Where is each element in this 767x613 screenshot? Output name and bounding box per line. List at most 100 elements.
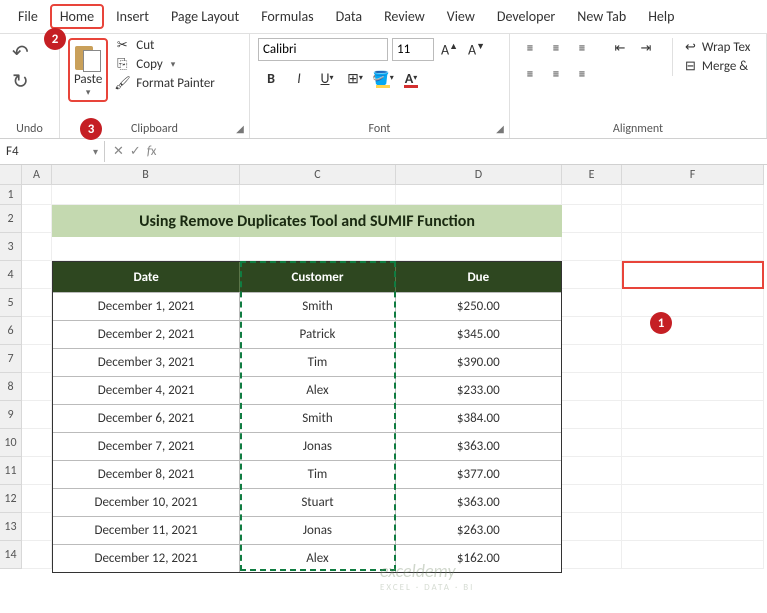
table-cell[interactable]: Tim [240, 348, 395, 376]
name-box[interactable]: F4▾ [0, 141, 105, 162]
menu-view[interactable]: View [437, 4, 485, 29]
table-cell[interactable]: December 8, 2021 [53, 460, 240, 488]
merge-button[interactable]: ⊟Merge & [681, 57, 754, 76]
cell[interactable] [22, 289, 52, 317]
format-painter-button[interactable]: 🖌Format Painter [114, 76, 215, 91]
row-header[interactable]: 9 [0, 401, 22, 429]
cell[interactable] [22, 317, 52, 345]
cell[interactable] [622, 289, 764, 317]
cell[interactable] [562, 205, 622, 233]
row-header[interactable]: 2 [0, 205, 22, 233]
bold-button[interactable]: B [258, 67, 284, 89]
worksheet-grid[interactable]: A B C D E F 1234567891011121314Using Rem… [0, 165, 767, 569]
italic-button[interactable]: I [286, 67, 312, 89]
cell[interactable] [562, 401, 622, 429]
cell[interactable] [22, 261, 52, 289]
table-cell[interactable]: December 11, 2021 [53, 516, 240, 544]
table-cell[interactable]: December 2, 2021 [53, 320, 240, 348]
col-header-f[interactable]: F [622, 165, 764, 185]
cell[interactable] [562, 513, 622, 541]
cell[interactable] [622, 485, 764, 513]
cell[interactable] [622, 513, 764, 541]
paste-button[interactable]: Paste ▾ [68, 38, 108, 102]
table-cell[interactable]: December 12, 2021 [53, 544, 240, 572]
cell[interactable] [52, 185, 240, 205]
table-cell[interactable]: $390.00 [396, 348, 561, 376]
table-cell[interactable]: $250.00 [396, 292, 561, 320]
cell[interactable] [22, 429, 52, 457]
align-top-button[interactable]: ≡ [518, 38, 542, 58]
row-header[interactable]: 7 [0, 345, 22, 373]
menu-file[interactable]: File [8, 4, 48, 29]
row-header[interactable]: 4 [0, 261, 22, 289]
cell[interactable] [396, 233, 562, 261]
table-cell[interactable]: $263.00 [396, 516, 561, 544]
align-bottom-button[interactable]: ≡ [570, 38, 594, 58]
enter-icon[interactable]: ✓ [130, 144, 141, 159]
table-cell[interactable]: $363.00 [396, 488, 561, 516]
cell[interactable] [22, 513, 52, 541]
table-cell[interactable]: December 7, 2021 [53, 432, 240, 460]
cell[interactable] [22, 233, 52, 261]
copy-button[interactable]: ⎘Copy▾ [114, 57, 215, 72]
cell[interactable] [562, 261, 622, 289]
decrease-indent-button[interactable]: ⇤ [608, 38, 632, 58]
cell[interactable] [240, 233, 396, 261]
table-cell[interactable]: Tim [240, 460, 395, 488]
cell[interactable] [622, 205, 764, 233]
paste-dropdown-icon[interactable]: ▾ [86, 87, 91, 98]
align-left-button[interactable]: ≡ [518, 64, 542, 84]
table-cell[interactable]: $363.00 [396, 432, 561, 460]
align-center-button[interactable]: ≡ [544, 64, 568, 84]
cell[interactable] [622, 457, 764, 485]
table-cell[interactable]: Smith [240, 404, 395, 432]
table-cell[interactable]: Stuart [240, 488, 395, 516]
cut-button[interactable]: ✂Cut [114, 38, 215, 53]
cell[interactable] [240, 185, 396, 205]
table-cell[interactable]: $162.00 [396, 544, 561, 572]
cancel-icon[interactable]: ✕ [113, 144, 124, 159]
cell[interactable] [562, 317, 622, 345]
grow-font-button[interactable]: A▲ [438, 41, 461, 59]
table-cell[interactable]: Jonas [240, 516, 395, 544]
cell[interactable] [562, 345, 622, 373]
cell[interactable] [622, 185, 764, 205]
row-header[interactable]: 8 [0, 373, 22, 401]
cell[interactable] [562, 429, 622, 457]
col-header-d[interactable]: D [396, 165, 562, 185]
cell[interactable] [622, 541, 764, 569]
cell[interactable] [562, 233, 622, 261]
table-cell[interactable]: December 10, 2021 [53, 488, 240, 516]
font-size-select[interactable] [392, 38, 434, 61]
cell[interactable] [22, 205, 52, 233]
fx-icon[interactable]: fx [147, 144, 157, 159]
row-header[interactable]: 10 [0, 429, 22, 457]
table-cell[interactable]: $377.00 [396, 460, 561, 488]
cell[interactable] [562, 457, 622, 485]
shrink-font-button[interactable]: A▼ [465, 41, 488, 59]
cell[interactable] [22, 373, 52, 401]
menu-help[interactable]: Help [638, 4, 684, 29]
col-header-a[interactable]: A [22, 165, 52, 185]
row-header[interactable]: 12 [0, 485, 22, 513]
cell[interactable] [52, 233, 240, 261]
table-cell[interactable]: December 6, 2021 [53, 404, 240, 432]
cell[interactable] [562, 485, 622, 513]
align-middle-button[interactable]: ≡ [544, 38, 568, 58]
row-header[interactable]: 5 [0, 289, 22, 317]
col-header-c[interactable]: C [240, 165, 396, 185]
formula-input[interactable] [164, 149, 767, 155]
copy-dropdown-icon[interactable]: ▾ [171, 59, 176, 70]
wrap-text-button[interactable]: ↩Wrap Tex [681, 38, 754, 57]
clipboard-launcher-icon[interactable]: ◢ [234, 123, 246, 135]
row-header[interactable]: 6 [0, 317, 22, 345]
borders-button[interactable]: ⊞▾ [342, 67, 368, 89]
cell[interactable] [562, 289, 622, 317]
table-cell[interactable]: Smith [240, 292, 395, 320]
menu-insert[interactable]: Insert [106, 4, 159, 29]
table-cell[interactable]: Patrick [240, 320, 395, 348]
table-cell[interactable]: $384.00 [396, 404, 561, 432]
cell[interactable] [622, 317, 764, 345]
col-header-e[interactable]: E [562, 165, 622, 185]
row-header[interactable]: 11 [0, 457, 22, 485]
